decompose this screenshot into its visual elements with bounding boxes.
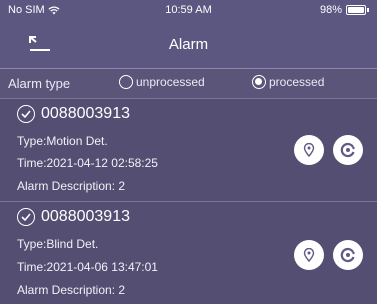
processing-icon — [340, 247, 355, 263]
alarm-card[interactable]: 0088003913 Type:Blind Det. Time:2021-04-… — [0, 201, 377, 304]
alarm-type-filter: Alarm type unprocessed processed — [0, 68, 377, 98]
device-id: 0088003913 — [41, 208, 130, 225]
alarm-description: Alarm Description: 2 — [17, 283, 126, 297]
radio-unprocessed[interactable]: unprocessed — [119, 75, 205, 89]
battery-group: 98% — [320, 4, 369, 16]
radio-processed[interactable]: processed — [252, 75, 324, 89]
alarm-card-header: 0088003913 — [17, 105, 130, 123]
alarm-type-label: Alarm type — [8, 76, 71, 91]
check-icon — [21, 110, 31, 118]
page-title: Alarm — [168, 36, 209, 53]
alarm-time: Time:2021-04-12 02:58:25 — [17, 156, 158, 170]
status-bar: No SIM 10:59 AM 98% — [0, 0, 377, 20]
process-button[interactable] — [333, 240, 363, 270]
alarm-time: Time:2021-04-06 13:47:01 — [17, 260, 158, 274]
battery-percent: 98% — [319, 4, 342, 16]
select-checkbox[interactable] — [17, 105, 35, 123]
location-pin-icon — [303, 143, 315, 157]
alarm-type: Type:Blind Det. — [17, 237, 99, 251]
radio-unprocessed-label: unprocessed — [136, 75, 205, 89]
alarm-card[interactable]: 0088003913 Type:Motion Det. Time:2021-04… — [0, 98, 377, 201]
device-id: 0088003913 — [41, 105, 130, 122]
location-pin-icon — [303, 248, 315, 262]
check-icon — [21, 213, 31, 221]
alarm-description: Alarm Description: 2 — [17, 179, 126, 193]
radio-processed-label: processed — [269, 75, 325, 89]
radio-processed-circle — [252, 75, 266, 89]
select-checkbox[interactable] — [17, 208, 35, 226]
nav-bar: Alarm — [0, 20, 377, 68]
alarm-type: Type:Motion Det. — [17, 134, 108, 148]
alarm-card-header: 0088003913 — [17, 208, 130, 226]
battery-icon — [346, 5, 366, 15]
location-button[interactable] — [294, 240, 324, 270]
battery-tip — [367, 8, 369, 12]
location-button[interactable] — [294, 135, 324, 165]
processing-icon — [340, 142, 355, 158]
process-button[interactable] — [333, 135, 363, 165]
radio-unprocessed-circle — [119, 75, 133, 89]
